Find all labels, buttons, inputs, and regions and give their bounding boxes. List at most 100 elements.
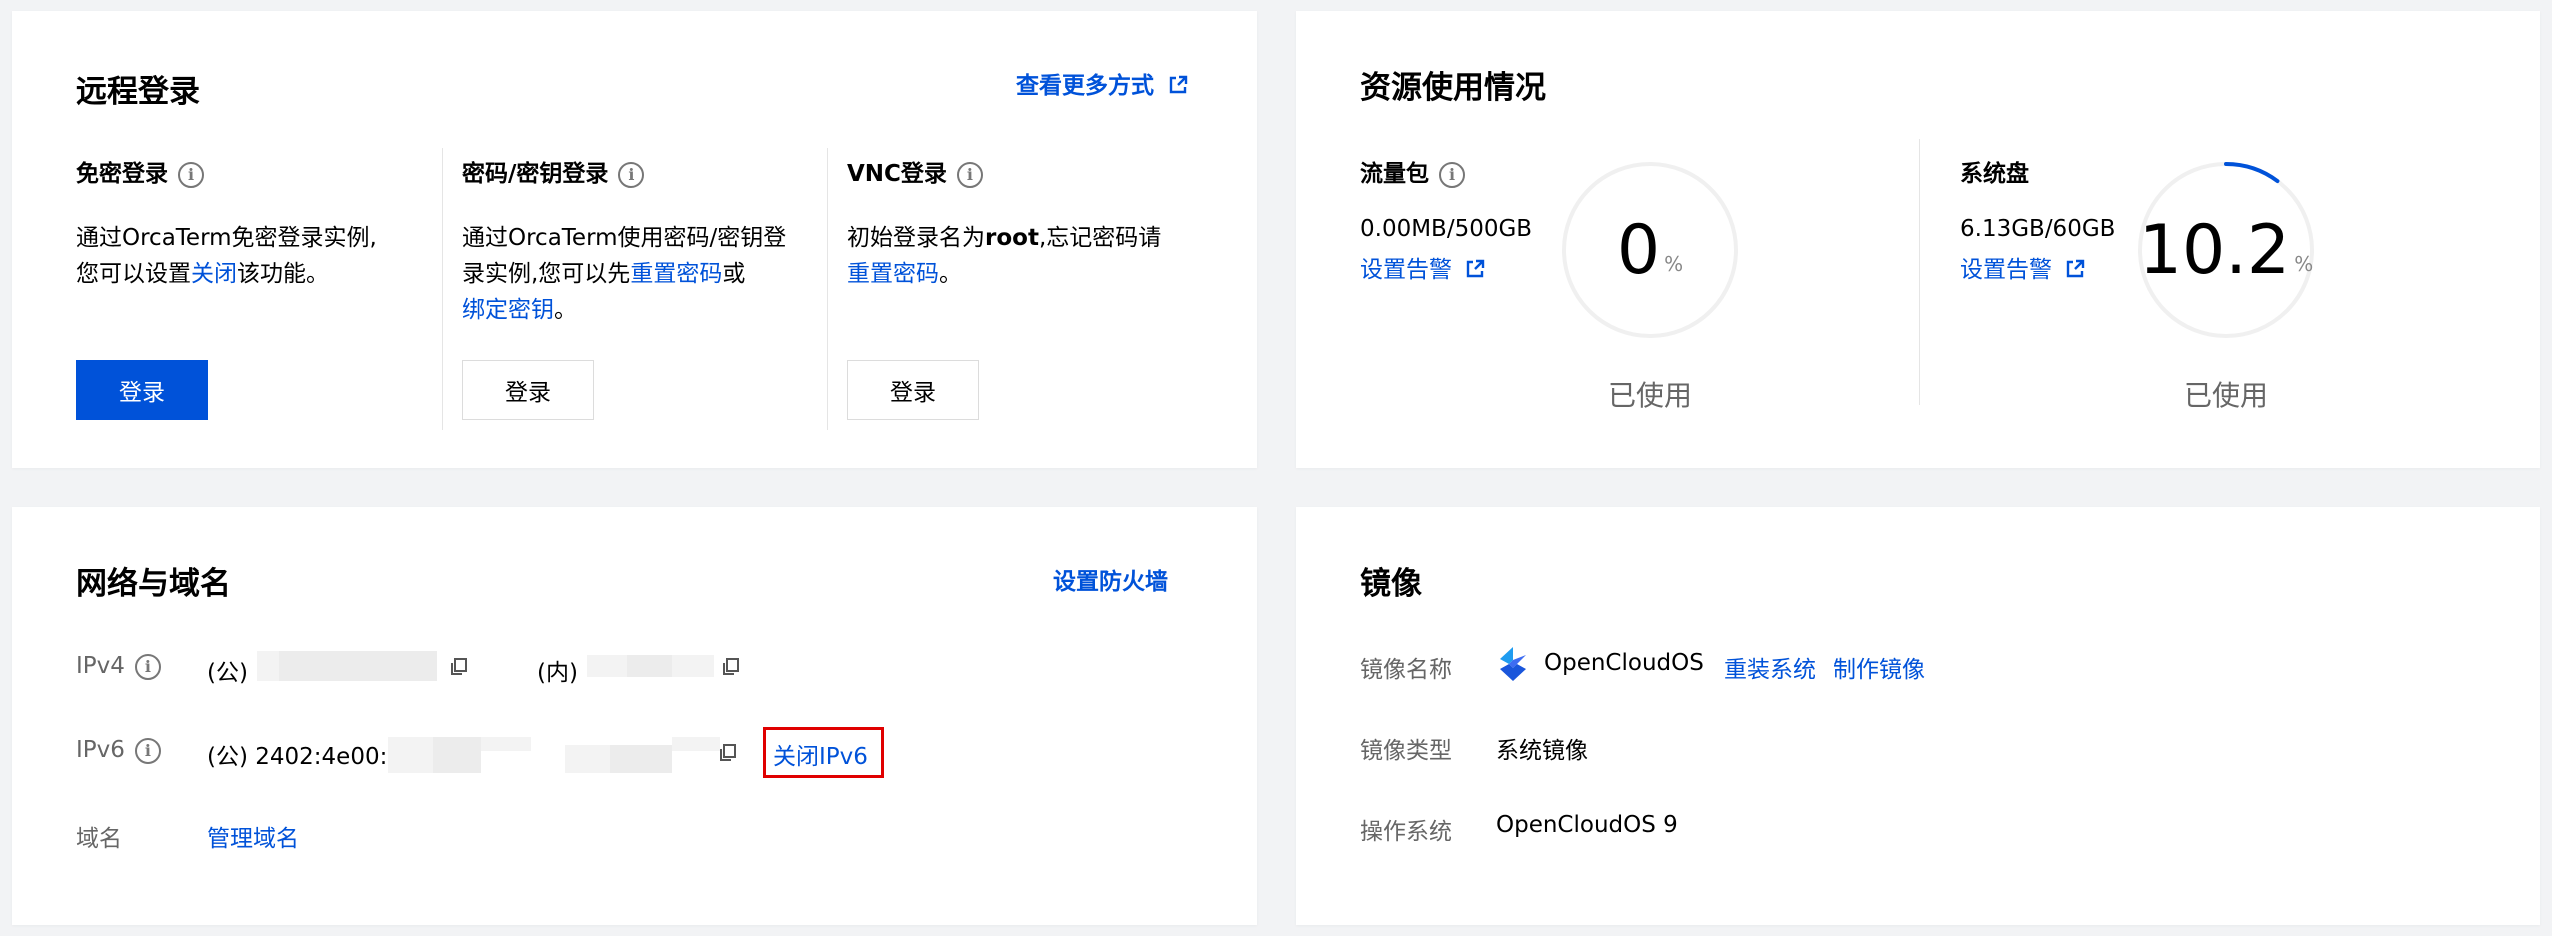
redacted-ip <box>279 651 437 681</box>
ipv4-label: IPv4 <box>76 653 125 679</box>
disk-alert-label: 设置告警 <box>1960 257 2052 283</box>
traffic-package-label: 流量包 <box>1360 161 1429 187</box>
copy-icon[interactable] <box>721 657 741 677</box>
desc-text: 您可以设置 <box>76 261 191 287</box>
vnc-login-desc: 初始登录名为root,忘记密码请 重置密码。 <box>847 220 1161 292</box>
ipv4-private-prefix: (内) <box>537 660 578 686</box>
ipv6-address-prefix: (公) 2402:4e00: <box>207 744 388 770</box>
desc-text: 初始登录名为 <box>847 225 985 251</box>
redacted-ip <box>672 737 720 751</box>
ipv4-label-row: IPv4 i <box>76 653 161 680</box>
info-icon[interactable]: i <box>134 737 161 764</box>
info-icon[interactable]: i <box>1439 161 1465 188</box>
copy-icon[interactable] <box>718 743 738 763</box>
bind-key-link[interactable]: 绑定密钥 <box>462 297 554 323</box>
image-card: 镜像 镜像名称 OpenCloudOS 重装系统 制作镜像 镜像类型 系统镜像 … <box>1296 507 2540 925</box>
passwordless-login-title: 免密登录 i <box>76 154 204 188</box>
password-key-login-title: 密码/密钥登录 i <box>462 154 645 188</box>
traffic-percent-unit: % <box>1664 252 1684 276</box>
system-disk-title: 系统盘 <box>1960 161 2029 187</box>
more-login-methods-label: 查看更多方式 <box>1016 73 1154 99</box>
disable-passwordless-link[interactable]: 关闭 <box>191 261 237 287</box>
reset-password-link[interactable]: 重置密码 <box>847 261 939 287</box>
disk-used-caption: 已使用 <box>2184 379 2269 412</box>
disk-alert-link[interactable]: 设置告警 <box>1960 250 2085 284</box>
desc-line: 绑定密钥。 <box>462 292 786 328</box>
network-domain-card: 网络与域名 设置防火墙 IPv4 i (公) (内) IPv6 i (公) 2402… <box>12 507 1257 925</box>
external-link-icon <box>1169 75 1188 94</box>
firewall-settings-link[interactable]: 设置防火墙 <box>1053 562 1168 596</box>
redacted-ip <box>257 651 279 681</box>
desc-line: 通过OrcaTerm免密登录实例, <box>76 225 377 251</box>
disk-percent-unit: % <box>2294 252 2314 276</box>
root-username: root <box>985 225 1039 251</box>
passwordless-login-label: 免密登录 <box>76 161 168 187</box>
redacted-ip <box>672 655 714 677</box>
traffic-amount: 0.00MB/500GB <box>1360 216 1533 242</box>
copy-icon[interactable] <box>449 657 469 677</box>
reset-password-link[interactable]: 重置密码 <box>630 261 722 287</box>
vnc-login-title: VNC登录 i <box>847 154 983 188</box>
desc-text: 该功能。 <box>237 261 329 287</box>
desc-text: 。 <box>554 297 577 323</box>
traffic-alert-label: 设置告警 <box>1360 257 1452 283</box>
desc-line: 通过OrcaTerm使用密码/密钥登 <box>462 225 787 251</box>
image-type-label: 镜像类型 <box>1360 738 1452 764</box>
external-link-icon <box>1467 259 1485 278</box>
disk-amount: 6.13GB/60GB <box>1960 216 2116 242</box>
remote-login-card: 远程登录 查看更多方式 免密登录 i 通过OrcaTerm免密登录实例, 您可以设… <box>12 11 1257 468</box>
ipv6-label: IPv6 <box>76 737 125 763</box>
desc-line: 重置密码。 <box>847 256 1161 292</box>
desc-line: 录实例,您可以先重置密码或 <box>462 256 786 292</box>
make-image-link[interactable]: 制作镜像 <box>1833 650 1925 684</box>
redacted-ip <box>610 745 672 773</box>
image-title: 镜像 <box>1360 566 1422 602</box>
info-icon[interactable]: i <box>134 653 161 680</box>
redacted-ip <box>565 745 610 773</box>
redacted-ip <box>481 737 531 751</box>
manage-domain-link[interactable]: 管理域名 <box>207 819 299 853</box>
info-icon[interactable]: i <box>178 161 204 188</box>
disk-usage-value: 10.2% <box>2134 158 2318 342</box>
ipv4-public-prefix: (公) <box>207 660 248 686</box>
desc-text: 录实例,您可以先 <box>462 261 631 287</box>
close-ipv6-link[interactable]: 关闭IPv6 <box>773 737 868 771</box>
ipv6-label-row: IPv6 i <box>76 737 161 764</box>
vnc-login-button[interactable]: 登录 <box>847 360 979 420</box>
column-divider <box>442 148 443 430</box>
domain-label: 域名 <box>76 826 122 852</box>
resource-usage-title: 资源使用情况 <box>1360 70 1546 106</box>
traffic-alert-link[interactable]: 设置告警 <box>1360 250 1485 284</box>
disk-percent-number: 10.2 <box>2138 210 2291 290</box>
desc-text: ,忘记密码请 <box>1038 225 1162 251</box>
traffic-package-title: 流量包 i <box>1360 154 1465 188</box>
passwordless-login-desc: 通过OrcaTerm免密登录实例, 您可以设置关闭该功能。 <box>76 220 377 292</box>
info-icon[interactable]: i <box>956 161 983 188</box>
password-key-login-button[interactable]: 登录 <box>462 360 594 420</box>
network-domain-title: 网络与域名 <box>76 566 231 602</box>
traffic-usage-value: 0% <box>1558 158 1742 342</box>
password-key-login-desc: 通过OrcaTerm使用密码/密钥登 录实例,您可以先重置密码或 绑定密钥。 <box>462 220 786 328</box>
vnc-login-label: VNC登录 <box>847 161 947 187</box>
os-label: 操作系统 <box>1360 819 1452 845</box>
resource-usage-card: 资源使用情况 流量包 i 0.00MB/500GB 设置告警 0% 已使用 系统盘… <box>1296 11 2540 468</box>
desc-line: 您可以设置关闭该功能。 <box>76 256 377 292</box>
desc-text: 或 <box>722 261 746 287</box>
image-name-value: OpenCloudOS <box>1544 650 1704 676</box>
redacted-ip <box>627 655 672 677</box>
opencloudos-logo-icon <box>1500 647 1526 681</box>
resource-divider <box>1919 139 1920 405</box>
more-login-methods-link[interactable]: 查看更多方式 <box>1016 66 1188 100</box>
image-name-label: 镜像名称 <box>1360 657 1452 683</box>
column-divider <box>827 148 828 430</box>
passwordless-login-button[interactable]: 登录 <box>76 360 208 420</box>
redacted-ip <box>587 655 627 677</box>
desc-text: 。 <box>939 261 962 287</box>
redacted-ip <box>388 737 433 773</box>
redacted-ip <box>433 737 481 773</box>
reinstall-system-link[interactable]: 重装系统 <box>1724 650 1816 684</box>
info-icon[interactable]: i <box>618 161 645 188</box>
external-link-icon <box>2067 259 2085 278</box>
desc-line: 初始登录名为root,忘记密码请 <box>847 220 1161 256</box>
remote-login-title: 远程登录 <box>76 74 200 110</box>
